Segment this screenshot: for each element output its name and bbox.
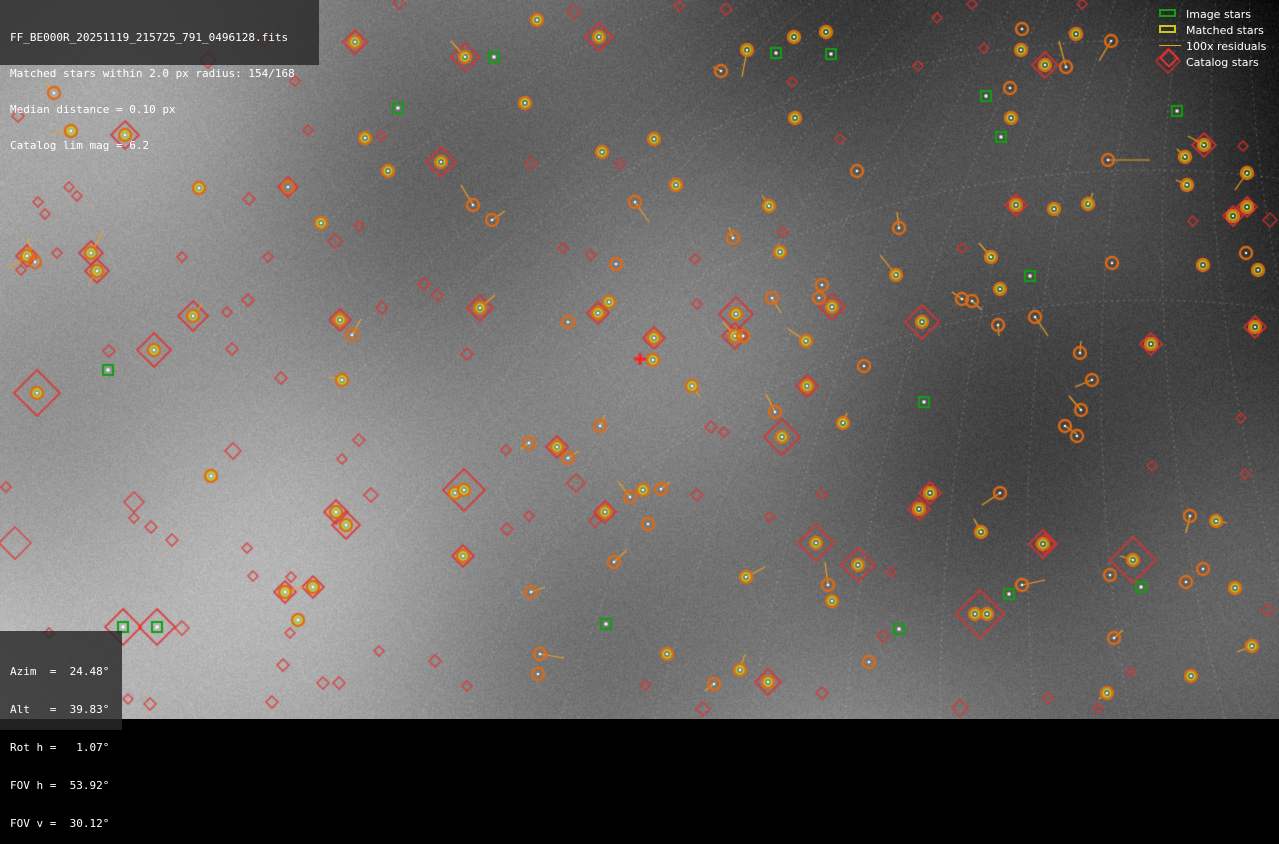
legend-image-stars: Image stars [1155,6,1271,22]
legend: Image stars Matched stars 100x residuals… [1155,6,1271,70]
median-distance: Median distance = 0.10 px [10,103,176,116]
legend-matched-stars-label: Matched stars [1186,23,1264,37]
legend-matched-stars: Matched stars [1155,22,1271,38]
legend-residuals-label: 100x residuals [1186,39,1267,53]
legend-catalog-stars: Catalog stars [1155,48,1271,70]
legend-image-stars-label: Image stars [1186,7,1251,21]
azimuth-readout: Azim = 24.48° [10,665,110,678]
legend-catalog-stars-label: Catalog stars [1186,55,1259,69]
file-info-panel: FF_BE000R_20251119_215725_791_0496128.fi… [0,0,319,152]
altitude-readout: Alt = 39.83° [10,703,110,716]
matched-stars-summary: Matched stars within 2.0 px radius: 154/… [10,67,295,80]
fov-v-readout: FOV v = 30.12° [10,817,110,830]
catalog-lim-mag: Catalog lim mag = 6.2 [10,139,150,152]
fits-filename: FF_BE000R_20251119_215725_791_0496128.fi… [10,31,289,44]
image-star-swatch-icon [1155,6,1183,22]
catalog-star-swatch-icon [1155,48,1183,70]
pointing-info-panel: Azim = 24.48° Alt = 39.83° Rot h = 1.07°… [0,631,122,830]
matched-star-swatch-icon [1155,22,1183,38]
fov-h-readout: FOV h = 53.92° [10,779,110,792]
rotation-readout: Rot h = 1.07° [10,741,110,754]
